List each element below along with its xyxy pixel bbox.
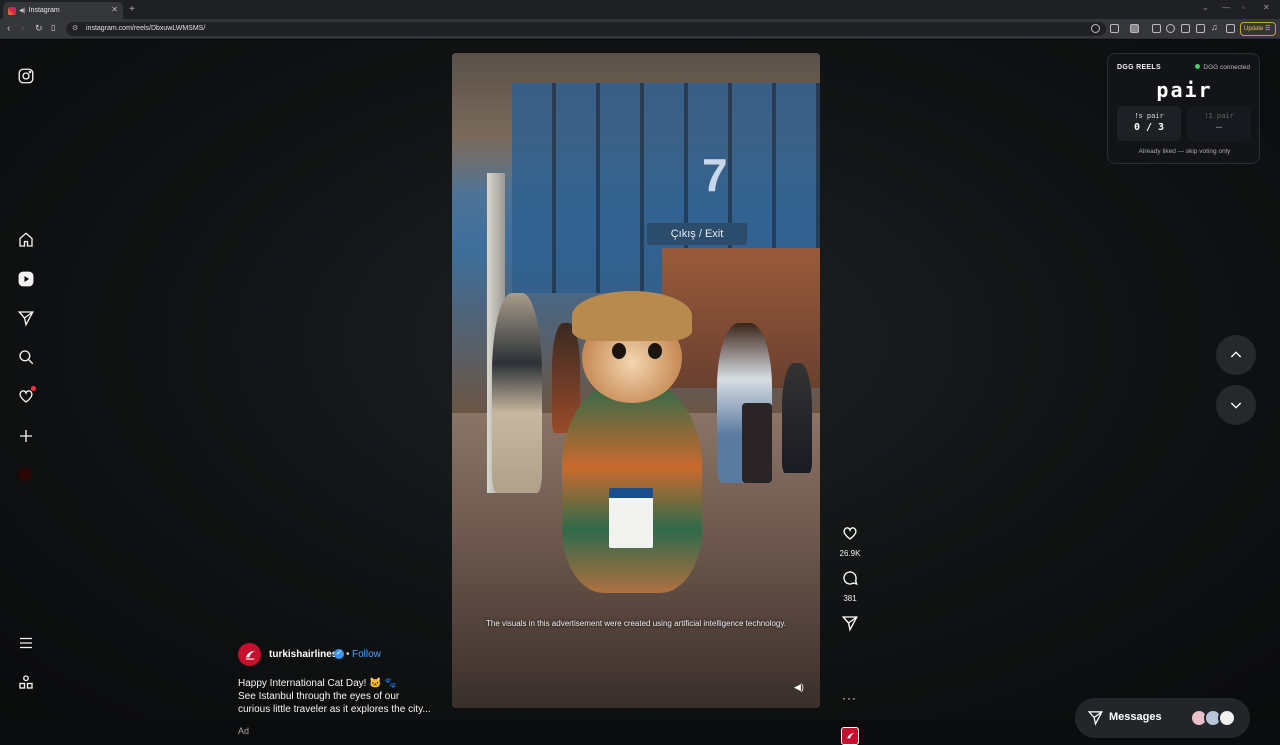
instagram-favicon-icon: [8, 6, 16, 15]
heart-icon: [843, 527, 857, 540]
dgg-reels-panel: DGG REELS DGG connected pair !s pair 0 /…: [1107, 53, 1260, 164]
notifications-heart-icon[interactable]: [16, 386, 36, 406]
cat-hat: [572, 291, 692, 341]
share-button[interactable]: [838, 614, 862, 637]
chevron-down-icon: [1230, 402, 1242, 409]
reel-video[interactable]: 7 Çıkış / Exit The visuals in this adver…: [452, 53, 820, 708]
browser-tab-instagram[interactable]: ◀) Instagram ✕: [3, 2, 123, 19]
more-apps-icon[interactable]: [16, 672, 36, 692]
lanyard-badge: [609, 488, 653, 548]
next-reel-button[interactable]: [1216, 385, 1256, 425]
dgg-status-text: DGG connected: [1203, 64, 1250, 71]
extension-icon-3[interactable]: [1181, 24, 1190, 33]
browser-tab-bar: ◀) Instagram ✕ + ⌄ — ▫ ✕: [0, 0, 1280, 19]
post-caption[interactable]: Happy International Cat Day! 🐱 🐾 See Ist…: [238, 677, 443, 716]
ad-label: Ad: [238, 726, 250, 736]
dgg-vote-no-box: !1 pair —: [1187, 106, 1251, 141]
traveler-figure: [782, 363, 812, 473]
follow-button[interactable]: Follow: [352, 649, 381, 660]
comment-button[interactable]: 381: [838, 569, 862, 603]
reload-icon[interactable]: ↻: [35, 23, 43, 34]
original-audio-thumbnail[interactable]: [841, 727, 859, 745]
gate-number-sign: 7: [702, 149, 728, 201]
exit-sign: Çıkış / Exit: [647, 223, 747, 245]
chevron-up-icon: [1230, 351, 1242, 358]
separator-dot: •: [346, 649, 350, 660]
status-dot-icon: [1195, 64, 1201, 69]
audio-playing-icon[interactable]: ◀): [19, 7, 26, 14]
comment-icon: [843, 571, 858, 586]
dgg-current-word: pair: [1156, 78, 1213, 102]
dgg-connection-status: DGG connected: [1195, 64, 1250, 71]
puzzle-extensions-icon[interactable]: [1196, 24, 1205, 33]
traveler-figure: [492, 293, 542, 493]
messages-button[interactable]: Messages: [1075, 698, 1250, 738]
dgg-vote-yes-value: 0 / 3: [1133, 122, 1165, 133]
dgg-panel-title: DGG REELS: [1117, 64, 1161, 71]
maximize-button[interactable]: ▫: [1242, 3, 1245, 12]
tab-close-icon[interactable]: ✕: [111, 5, 118, 14]
bookmark-icon[interactable]: ▯: [51, 23, 55, 32]
previous-reel-button[interactable]: [1216, 335, 1256, 375]
tab-search-icon[interactable]: ⌄: [1202, 3, 1209, 12]
url-input[interactable]: ⚙ instagram.com/reels/DbxuwLWMSMS/: [66, 22, 1106, 36]
cat-eye: [648, 343, 662, 359]
cast-icon[interactable]: [1110, 24, 1119, 33]
dgg-vote-no-value: —: [1215, 122, 1223, 133]
dgg-footer-note: Already liked — skip voting only: [1138, 148, 1231, 155]
url-text: instagram.com/reels/DbxuwLWMSMS/: [86, 25, 206, 32]
direct-send-icon: [1087, 711, 1103, 726]
menu-icon[interactable]: [16, 633, 36, 653]
turkish-airlines-logo-icon: [846, 732, 854, 738]
like-count: 26.9K: [839, 549, 861, 558]
address-toolbar: ‹ › ↻ ▯ ⚙ instagram.com/reels/DbxuwLWMSM…: [0, 19, 1280, 39]
tab-title: Instagram: [28, 7, 60, 14]
dgg-vote-no-label: !1 pair: [1204, 112, 1234, 120]
dgg-vote-yes-box: !s pair 0 / 3: [1117, 106, 1181, 141]
verified-badge-icon: ✓: [334, 649, 344, 659]
window-close-button[interactable]: ✕: [1263, 3, 1270, 12]
profile-avatar[interactable]: [18, 467, 32, 481]
turkish-airlines-logo-icon: [244, 650, 255, 660]
back-arrow-icon[interactable]: ‹: [7, 23, 10, 34]
message-avatar: [1218, 709, 1236, 727]
comment-count: 381: [843, 594, 857, 603]
search-icon[interactable]: [16, 347, 36, 367]
create-plus-icon[interactable]: [16, 426, 36, 446]
new-tab-button[interactable]: +: [129, 4, 135, 15]
music-icon[interactable]: ♫: [1211, 22, 1220, 32]
volume-icon[interactable]: ◀): [794, 682, 804, 693]
home-icon[interactable]: [16, 230, 36, 250]
instagram-logo-icon[interactable]: [16, 66, 36, 86]
minimize-button[interactable]: —: [1222, 3, 1230, 12]
forward-arrow-icon[interactable]: ›: [21, 23, 24, 34]
sidebar-panel-icon[interactable]: [1226, 24, 1235, 33]
instagram-main: 7 Çıkış / Exit The visuals in this adver…: [0, 40, 1280, 745]
reels-icon[interactable]: [16, 269, 36, 289]
more-options-icon[interactable]: ···: [842, 691, 857, 705]
update-button[interactable]: Update ☰: [1240, 22, 1276, 36]
turkishairlines-avatar[interactable]: [238, 643, 261, 666]
post-username[interactable]: turkishairlines: [269, 649, 337, 660]
dgg-vote-yes-label: !s pair: [1134, 112, 1164, 120]
site-info-icon[interactable]: ⚙: [72, 22, 78, 36]
zoom-icon[interactable]: [1091, 24, 1100, 33]
extension-icon-2[interactable]: [1166, 24, 1175, 33]
like-button[interactable]: 26.9K: [838, 524, 862, 558]
shield-extension-icon[interactable]: [1130, 24, 1139, 33]
cat-eye: [612, 343, 626, 359]
messages-label: Messages: [1109, 711, 1162, 723]
suitcase: [742, 403, 772, 483]
send-icon: [841, 616, 858, 632]
direct-send-icon[interactable]: [16, 308, 36, 328]
ai-disclaimer: The visuals in this advertisement were c…: [485, 619, 786, 628]
notification-dot: [31, 386, 36, 391]
extension-icon-1[interactable]: [1152, 24, 1161, 33]
update-label: Update: [1244, 26, 1264, 32]
